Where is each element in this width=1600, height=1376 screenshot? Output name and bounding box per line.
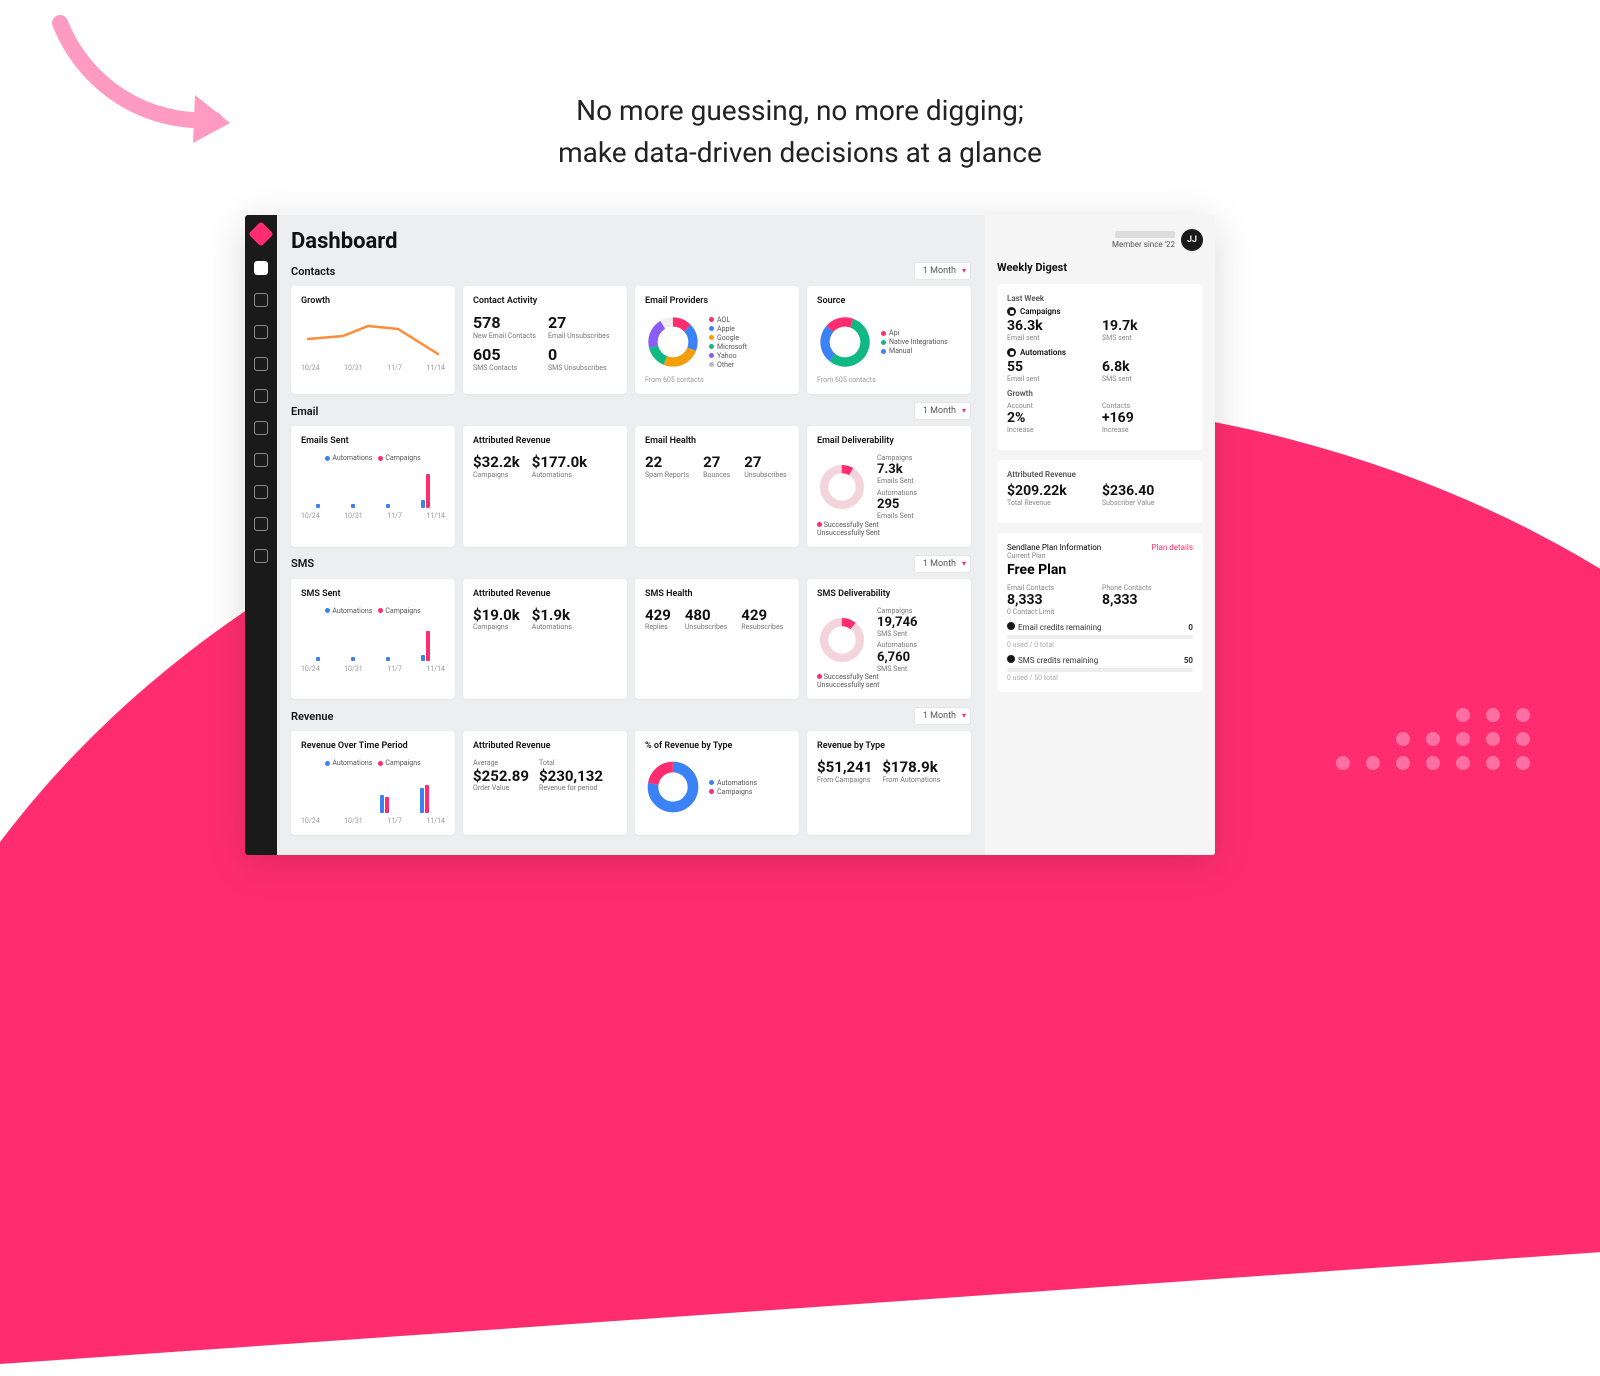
card-sms-deliverability: SMS Deliverability Campaigns 19,746 SMS … <box>807 579 971 700</box>
weekly-digest-title: Weekly Digest <box>997 261 1203 274</box>
section-title-contacts: Contacts <box>291 265 335 278</box>
card-source: Source Api Native Integrations Manual Fr… <box>807 286 971 394</box>
nav-icon[interactable] <box>254 389 268 403</box>
avatar[interactable]: JJ <box>1181 229 1203 251</box>
pct-revenue-donut-chart <box>645 759 701 815</box>
sidebar <box>245 215 277 855</box>
card-growth: Growth 10/24 10/31 11/7 11/14 <box>291 286 455 394</box>
source-donut-chart <box>817 314 873 370</box>
card-email-revenue: Attributed Revenue $32.2kCampaigns $177.… <box>463 426 627 547</box>
rail-attributed-revenue: Attributed Revenue $209.22kTotal Revenue… <box>997 460 1203 523</box>
nav-icon[interactable] <box>254 357 268 371</box>
nav-icon[interactable] <box>254 293 268 307</box>
nav-dashboard-icon[interactable] <box>254 261 268 275</box>
period-select[interactable]: 1 Month <box>914 555 971 573</box>
nav-icon[interactable] <box>254 421 268 435</box>
card-revenue-attributed: Attributed Revenue Average$252.89Order V… <box>463 731 627 835</box>
sms-sent-bar-chart <box>301 621 445 661</box>
main-content: Dashboard Contacts 1 Month Growth 10/24 … <box>277 215 985 855</box>
section-title-email: Email <box>291 405 318 418</box>
card-sms-revenue: Attributed Revenue $19.0kCampaigns $1.9k… <box>463 579 627 700</box>
right-rail: Member since '22 JJ Weekly Digest Last W… <box>985 215 1215 855</box>
campaign-icon <box>1007 307 1016 316</box>
section-title-sms: SMS <box>291 557 314 570</box>
period-select[interactable]: 1 Month <box>914 402 971 420</box>
providers-donut-chart <box>645 314 701 370</box>
card-revenue-by-type: Revenue by Type $51,241From Campaigns $1… <box>807 731 971 835</box>
card-sms-sent: SMS Sent AutomationsCampaigns 10/2410/31… <box>291 579 455 700</box>
rail-plan-info: Sendlane Plan InformationPlan details Cu… <box>997 533 1203 692</box>
card-sms-health: SMS Health 429Replies 480Unsubscribes 42… <box>635 579 799 700</box>
page-title: Dashboard <box>291 229 971 254</box>
nav-icon[interactable] <box>254 453 268 467</box>
plan-details-link[interactable]: Plan details <box>1152 543 1194 552</box>
period-select[interactable]: 1 Month <box>914 707 971 725</box>
email-icon <box>1007 622 1015 630</box>
card-email-providers: Email Providers AOL Apple Google Microso… <box>635 286 799 394</box>
logo-icon <box>248 221 273 246</box>
user-block[interactable]: Member since '22 JJ <box>997 229 1203 251</box>
automation-icon <box>1007 348 1016 357</box>
marketing-tagline: No more guessing, no more digging; make … <box>0 90 1600 174</box>
nav-logout-icon[interactable] <box>254 517 268 531</box>
nav-settings-icon[interactable] <box>254 485 268 499</box>
nav-icon[interactable] <box>254 325 268 339</box>
sms-deliv-donut-chart <box>817 615 867 665</box>
decorative-dots <box>1336 698 1530 770</box>
sms-icon <box>1007 655 1015 663</box>
email-deliv-donut-chart <box>817 462 867 512</box>
app-window: Dashboard Contacts 1 Month Growth 10/24 … <box>245 215 1215 855</box>
card-email-deliverability: Email Deliverability Campaigns 7.3k Emai… <box>807 426 971 547</box>
card-emails-sent: Emails Sent AutomationsCampaigns 10/2410… <box>291 426 455 547</box>
revenue-over-time-bar-chart <box>301 773 445 813</box>
card-revenue-over-time: Revenue Over Time Period AutomationsCamp… <box>291 731 455 835</box>
emails-sent-bar-chart <box>301 468 445 508</box>
nav-icon[interactable] <box>254 549 268 563</box>
card-contact-activity: Contact Activity 578New Email Contacts 2… <box>463 286 627 394</box>
growth-line-chart <box>301 314 445 360</box>
card-pct-revenue-type: % of Revenue by Type Automations Campaig… <box>635 731 799 835</box>
section-title-revenue: Revenue <box>291 710 333 723</box>
period-select[interactable]: 1 Month <box>914 262 971 280</box>
rail-last-week: Last Week Campaigns 36.3kEmail sent 19.7… <box>997 284 1203 450</box>
card-email-health: Email Health 22Spam Reports 27Bounces 27… <box>635 426 799 547</box>
